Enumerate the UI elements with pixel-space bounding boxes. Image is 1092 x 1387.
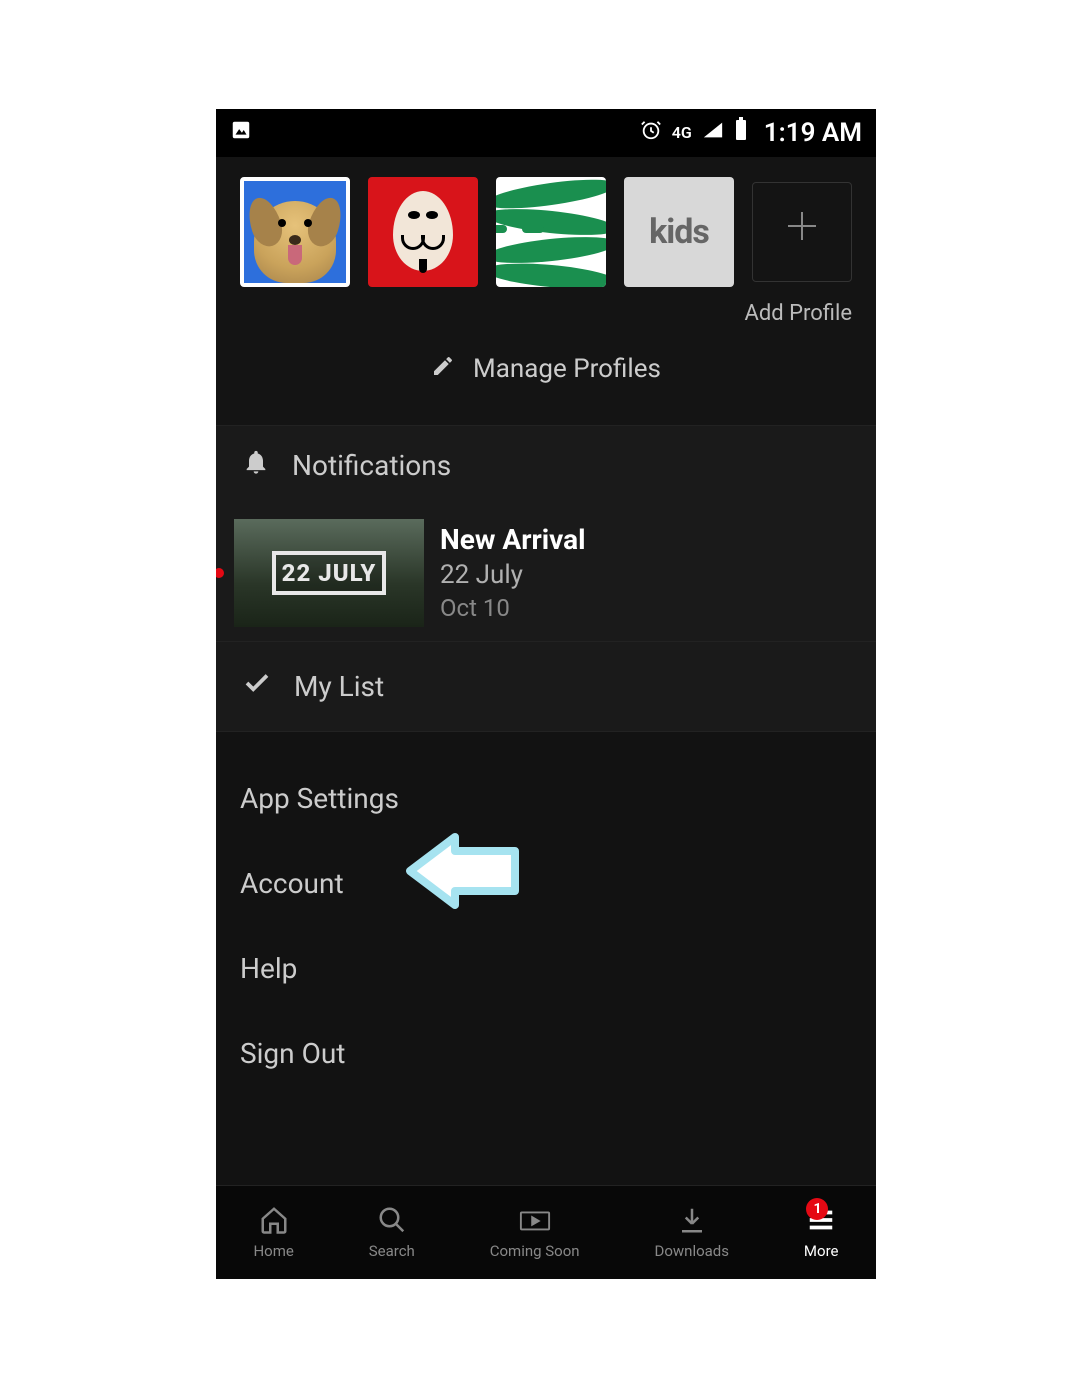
settings-item-label: App Settings: [240, 782, 399, 815]
nav-label: Home: [253, 1242, 293, 1260]
my-list-button[interactable]: My List: [216, 642, 876, 732]
network-type: 4G: [672, 123, 692, 142]
profile-avatar-3[interactable]: [496, 177, 606, 287]
notifications-section: Notifications 22 JULY New Arrival 22 Jul…: [216, 425, 876, 732]
nav-label: Search: [369, 1242, 415, 1260]
coming-soon-icon: [519, 1204, 551, 1236]
my-list-label: My List: [294, 670, 384, 703]
phone-screen: 4G 1:19 AM kids: [216, 109, 876, 1279]
pencil-icon: [431, 354, 455, 385]
manage-profiles-label: Manage Profiles: [473, 354, 661, 384]
clock-time: 1:19 AM: [764, 118, 862, 148]
notification-thumbnail: 22 JULY: [234, 519, 424, 627]
settings-item-label: Sign Out: [240, 1037, 345, 1070]
plus-icon: [778, 202, 826, 262]
notifications-header[interactable]: Notifications: [216, 426, 876, 505]
check-icon: [242, 668, 272, 705]
nav-label: Coming Soon: [490, 1242, 580, 1260]
settings-item-help[interactable]: Help: [240, 926, 852, 1011]
profiles-section: kids Add Profile Manage Profiles: [216, 157, 876, 425]
nav-more[interactable]: More 1: [804, 1204, 839, 1260]
thumb-text: 22 JULY: [272, 551, 387, 595]
settings-item-app-settings[interactable]: App Settings: [240, 756, 852, 841]
settings-item-label: Help: [240, 952, 297, 985]
battery-icon: [734, 117, 748, 148]
settings-item-label: Account: [240, 867, 344, 900]
home-icon: [258, 1204, 290, 1236]
notification-item[interactable]: 22 JULY New Arrival 22 July Oct 10: [216, 505, 876, 642]
manage-profiles-button[interactable]: Manage Profiles: [226, 326, 866, 415]
download-icon: [676, 1204, 708, 1236]
image-icon: [230, 118, 252, 148]
nav-home[interactable]: Home: [253, 1204, 293, 1260]
signal-icon: [702, 118, 724, 148]
unread-dot-icon: [216, 568, 224, 578]
annotation-arrow-icon: [400, 831, 520, 918]
nav-search[interactable]: Search: [369, 1204, 415, 1260]
notification-title: New Arrival: [440, 523, 586, 556]
profile-avatar-2[interactable]: [368, 177, 478, 287]
alarm-icon: [640, 118, 662, 148]
nav-label: More: [804, 1242, 839, 1260]
bottom-nav: Home Search Coming Soon Downloads More: [216, 1185, 876, 1279]
settings-item-account[interactable]: Account: [240, 841, 852, 926]
nav-label: Downloads: [654, 1242, 729, 1260]
search-icon: [376, 1204, 408, 1236]
notification-subtitle: 22 July: [440, 560, 586, 590]
profile-avatar-1[interactable]: [240, 177, 350, 287]
notification-date: Oct 10: [440, 594, 586, 622]
add-profile-button[interactable]: [752, 182, 852, 282]
nav-downloads[interactable]: Downloads: [654, 1204, 729, 1260]
add-profile-label: Add Profile: [745, 301, 853, 326]
profile-avatar-kids[interactable]: kids: [624, 177, 734, 287]
status-bar: 4G 1:19 AM: [216, 109, 876, 157]
settings-list: App Settings Account Help Sign Out: [216, 732, 876, 1120]
bell-icon: [242, 448, 270, 483]
settings-item-sign-out[interactable]: Sign Out: [240, 1011, 852, 1096]
nav-coming-soon[interactable]: Coming Soon: [490, 1204, 580, 1260]
kids-label: kids: [649, 212, 709, 252]
notifications-label: Notifications: [292, 449, 451, 482]
